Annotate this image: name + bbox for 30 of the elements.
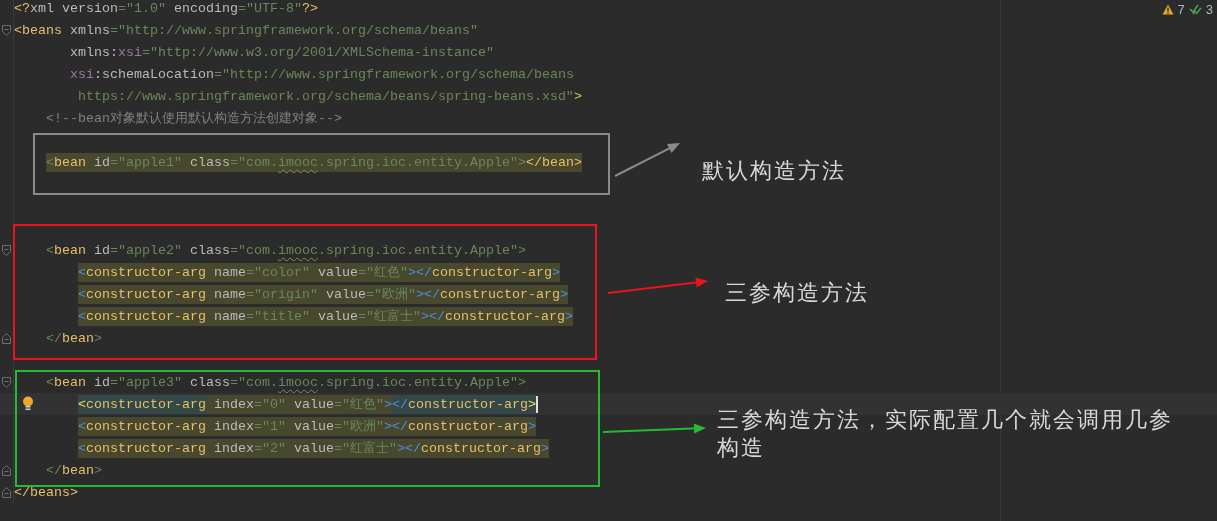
fold-icon[interactable] — [2, 464, 11, 476]
fold-icon[interactable] — [2, 332, 11, 344]
code-line: <beans xmlns="http://www.springframework.org/schema/beans" — [14, 21, 478, 40]
fold-icon[interactable] — [2, 376, 11, 388]
code-line: https://www.springframework.org/schema/beans/spring-beans.xsd"> — [78, 87, 582, 106]
code-line: <constructor-arg name="color" value="红色"></constructor-arg> — [78, 262, 560, 282]
annotation-note: 三参构造方法，实际配置几个就会调用几参构造 — [717, 406, 1174, 462]
code-line: </bean> — [46, 461, 102, 480]
check-count[interactable]: 3 — [1205, 2, 1213, 17]
code-line: <constructor-arg index="0" value="红色"></constructor-arg> — [78, 394, 536, 414]
warning-count[interactable]: 7 — [1177, 2, 1185, 17]
annotation-note: 默认构造方法 — [702, 157, 847, 185]
code-line: <constructor-arg index="1" value="欧洲"></constructor-arg> — [78, 416, 536, 436]
code-line: </beans> — [14, 483, 78, 502]
fold-icon[interactable] — [2, 24, 11, 36]
fold-icon[interactable] — [2, 244, 11, 256]
code-line: <bean id="apple2" class="com.imooc.spring.ioc.entity.Apple"> — [46, 241, 526, 260]
code-line: <bean id="apple1" class="com.imooc.spring.ioc.entity.Apple"></bean> — [46, 152, 582, 172]
annotation-note: 三参构造方法 — [725, 279, 870, 307]
code-line: <bean id="apple3" class="com.imooc.spring.ioc.entity.Apple"> — [46, 373, 526, 392]
fold-icon[interactable] — [2, 486, 11, 498]
code-comment: <!--bean对象默认使用默认构造方法创建对象--> — [46, 109, 342, 128]
code-line: <?xml version="1.0" encoding="UTF-8"?> — [14, 0, 318, 18]
code-line: xsi:schemaLocation="http://www.springframework.org/schema/beans — [70, 65, 574, 84]
lightbulb-icon[interactable] — [22, 396, 34, 411]
code-line: <constructor-arg name="origin" value="欧洲"></constructor-arg> — [78, 284, 568, 304]
warning-icon[interactable] — [1161, 4, 1174, 15]
double-check-icon[interactable] — [1188, 4, 1202, 15]
code-line: xmlns:xsi="http://www.w3.org/2001/XMLSchema-instance" — [70, 43, 494, 62]
code-line: </bean> — [46, 329, 102, 348]
